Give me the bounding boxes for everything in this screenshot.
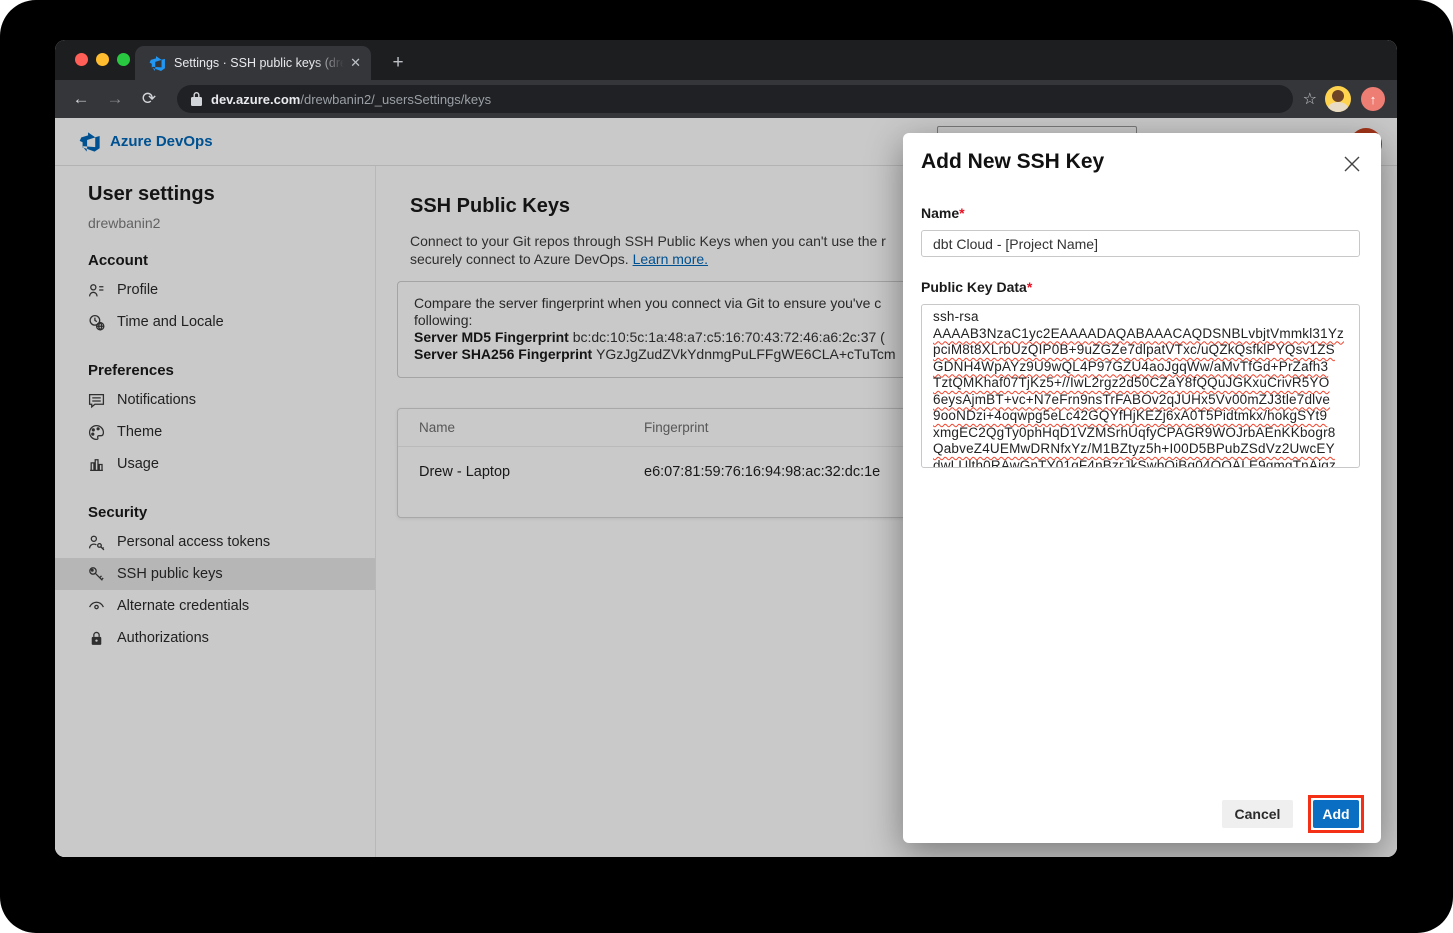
back-icon[interactable]: ←	[67, 85, 95, 113]
browser-profile-avatar[interactable]	[1325, 86, 1351, 112]
update-arrow-icon: ↑	[1370, 92, 1377, 107]
cancel-button[interactable]: Cancel	[1222, 800, 1293, 828]
browser-toolbar: ← → ⟳ dev.azure.com/drewbanin2/_usersSet…	[55, 80, 1397, 118]
modal-title: Add New SSH Key	[921, 150, 1363, 174]
azure-devops-favicon	[149, 55, 166, 72]
name-label-text: Name	[921, 205, 959, 221]
key-line: 6eysAjmBT+vc+N7eFrn9nsTrFABOv2qJUHx5Vv00…	[933, 392, 1348, 409]
url-host: dev.azure.com	[211, 92, 300, 107]
key-line: TztQMKhaf07TjKz5+//IwL2rgz2d50CZaY8fQQuJ…	[933, 375, 1348, 392]
url-bar[interactable]: dev.azure.com/drewbanin2/_usersSettings/…	[177, 85, 1293, 113]
key-line: dwLUlth0RAwGnTY01gF4nBzrJkSwbOiBg04OQALE…	[933, 458, 1348, 469]
lock-icon	[191, 92, 202, 106]
zoom-window-button[interactable]	[117, 53, 130, 66]
reload-icon[interactable]: ⟳	[135, 85, 163, 113]
new-tab-button[interactable]: +	[385, 50, 411, 76]
key-line: pciM8t8XLrbUzQIP0B+9uZGZe7dlpatVTxc/uQZk…	[933, 342, 1348, 359]
bookmark-star-icon[interactable]: ☆	[1303, 89, 1317, 109]
page-viewport: Azure DevOps User settings drewbanin2 Ac…	[55, 118, 1397, 857]
browser-window: Settings · SSH public keys (dre ✕ + ← → …	[55, 40, 1397, 857]
key-line: xmgEC2QgTy0phHqD1VZMSrhUqfyCPAGR9WOJrbAE…	[933, 425, 1348, 442]
url-path: /drewbanin2/_usersSettings/keys	[300, 92, 491, 107]
public-key-field-label: Public Key Data*	[921, 279, 1363, 295]
tab-title: Settings · SSH public keys (dre	[174, 56, 344, 70]
screenshot-canvas: Settings · SSH public keys (dre ✕ + ← → …	[0, 0, 1453, 933]
window-controls	[75, 53, 130, 66]
key-line: QabveZ4UEMwDRNfxYz/M1BZtyz5h+I00D5BPubZS…	[933, 441, 1348, 458]
key-line: GDNH4WpAYz9U9wQL4P97GZU4aoJgqWw/aMvTfGd+…	[933, 359, 1348, 376]
key-line: AAAAB3NzaC1yc2EAAAADAQABAAACAQDSNBLvbjtV…	[933, 326, 1348, 343]
minimize-window-button[interactable]	[96, 53, 109, 66]
avatar-head	[1332, 90, 1344, 102]
required-marker: *	[959, 205, 964, 221]
avatar-body	[1328, 102, 1348, 112]
add-ssh-key-modal: Add New SSH Key Name* Public Key Data* s…	[903, 133, 1381, 843]
browser-update-button[interactable]: ↑	[1361, 87, 1385, 111]
modal-footer: Cancel Add	[1222, 795, 1364, 833]
close-window-button[interactable]	[75, 53, 88, 66]
browser-tabstrip: Settings · SSH public keys (dre ✕ +	[55, 40, 1397, 80]
browser-tab[interactable]: Settings · SSH public keys (dre ✕	[135, 46, 371, 80]
key-line: 9ooNDzi+4oqwpg5eLc42GQYfHjKEZj6xA0T5Pidt…	[933, 408, 1348, 425]
forward-icon[interactable]: →	[101, 85, 129, 113]
ssh-key-name-input[interactable]	[921, 230, 1360, 257]
tab-close-icon[interactable]: ✕	[350, 55, 361, 71]
add-button[interactable]: Add	[1313, 800, 1359, 828]
annotation-highlight-box: Add	[1308, 795, 1364, 833]
public-key-label-text: Public Key Data	[921, 279, 1027, 295]
required-marker: *	[1027, 279, 1032, 295]
close-icon[interactable]	[1343, 155, 1361, 173]
public-key-data-textarea[interactable]: ssh-rsa AAAAB3NzaC1yc2EAAAADAQABAAACAQDS…	[921, 304, 1360, 468]
key-line: ssh-rsa	[933, 309, 1348, 326]
name-field-label: Name*	[921, 205, 1363, 221]
